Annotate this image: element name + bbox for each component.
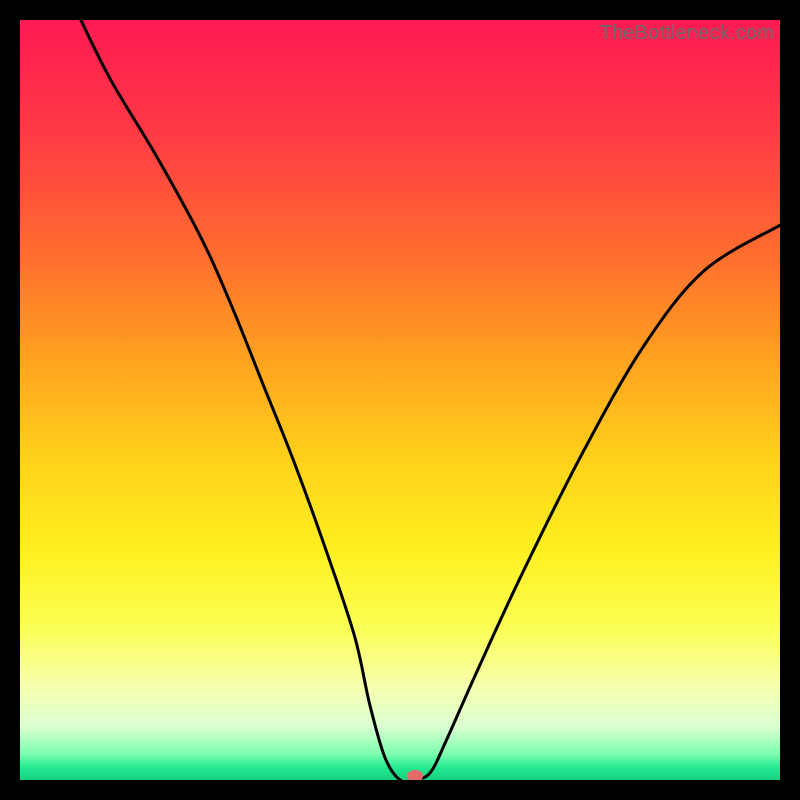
chart-frame: TheBottleneck.com [20,20,780,780]
chart-svg [20,20,780,780]
bottleneck-gradient-background [20,20,780,780]
plot-area [20,20,780,780]
watermark-text: TheBottleneck.com [599,22,774,45]
